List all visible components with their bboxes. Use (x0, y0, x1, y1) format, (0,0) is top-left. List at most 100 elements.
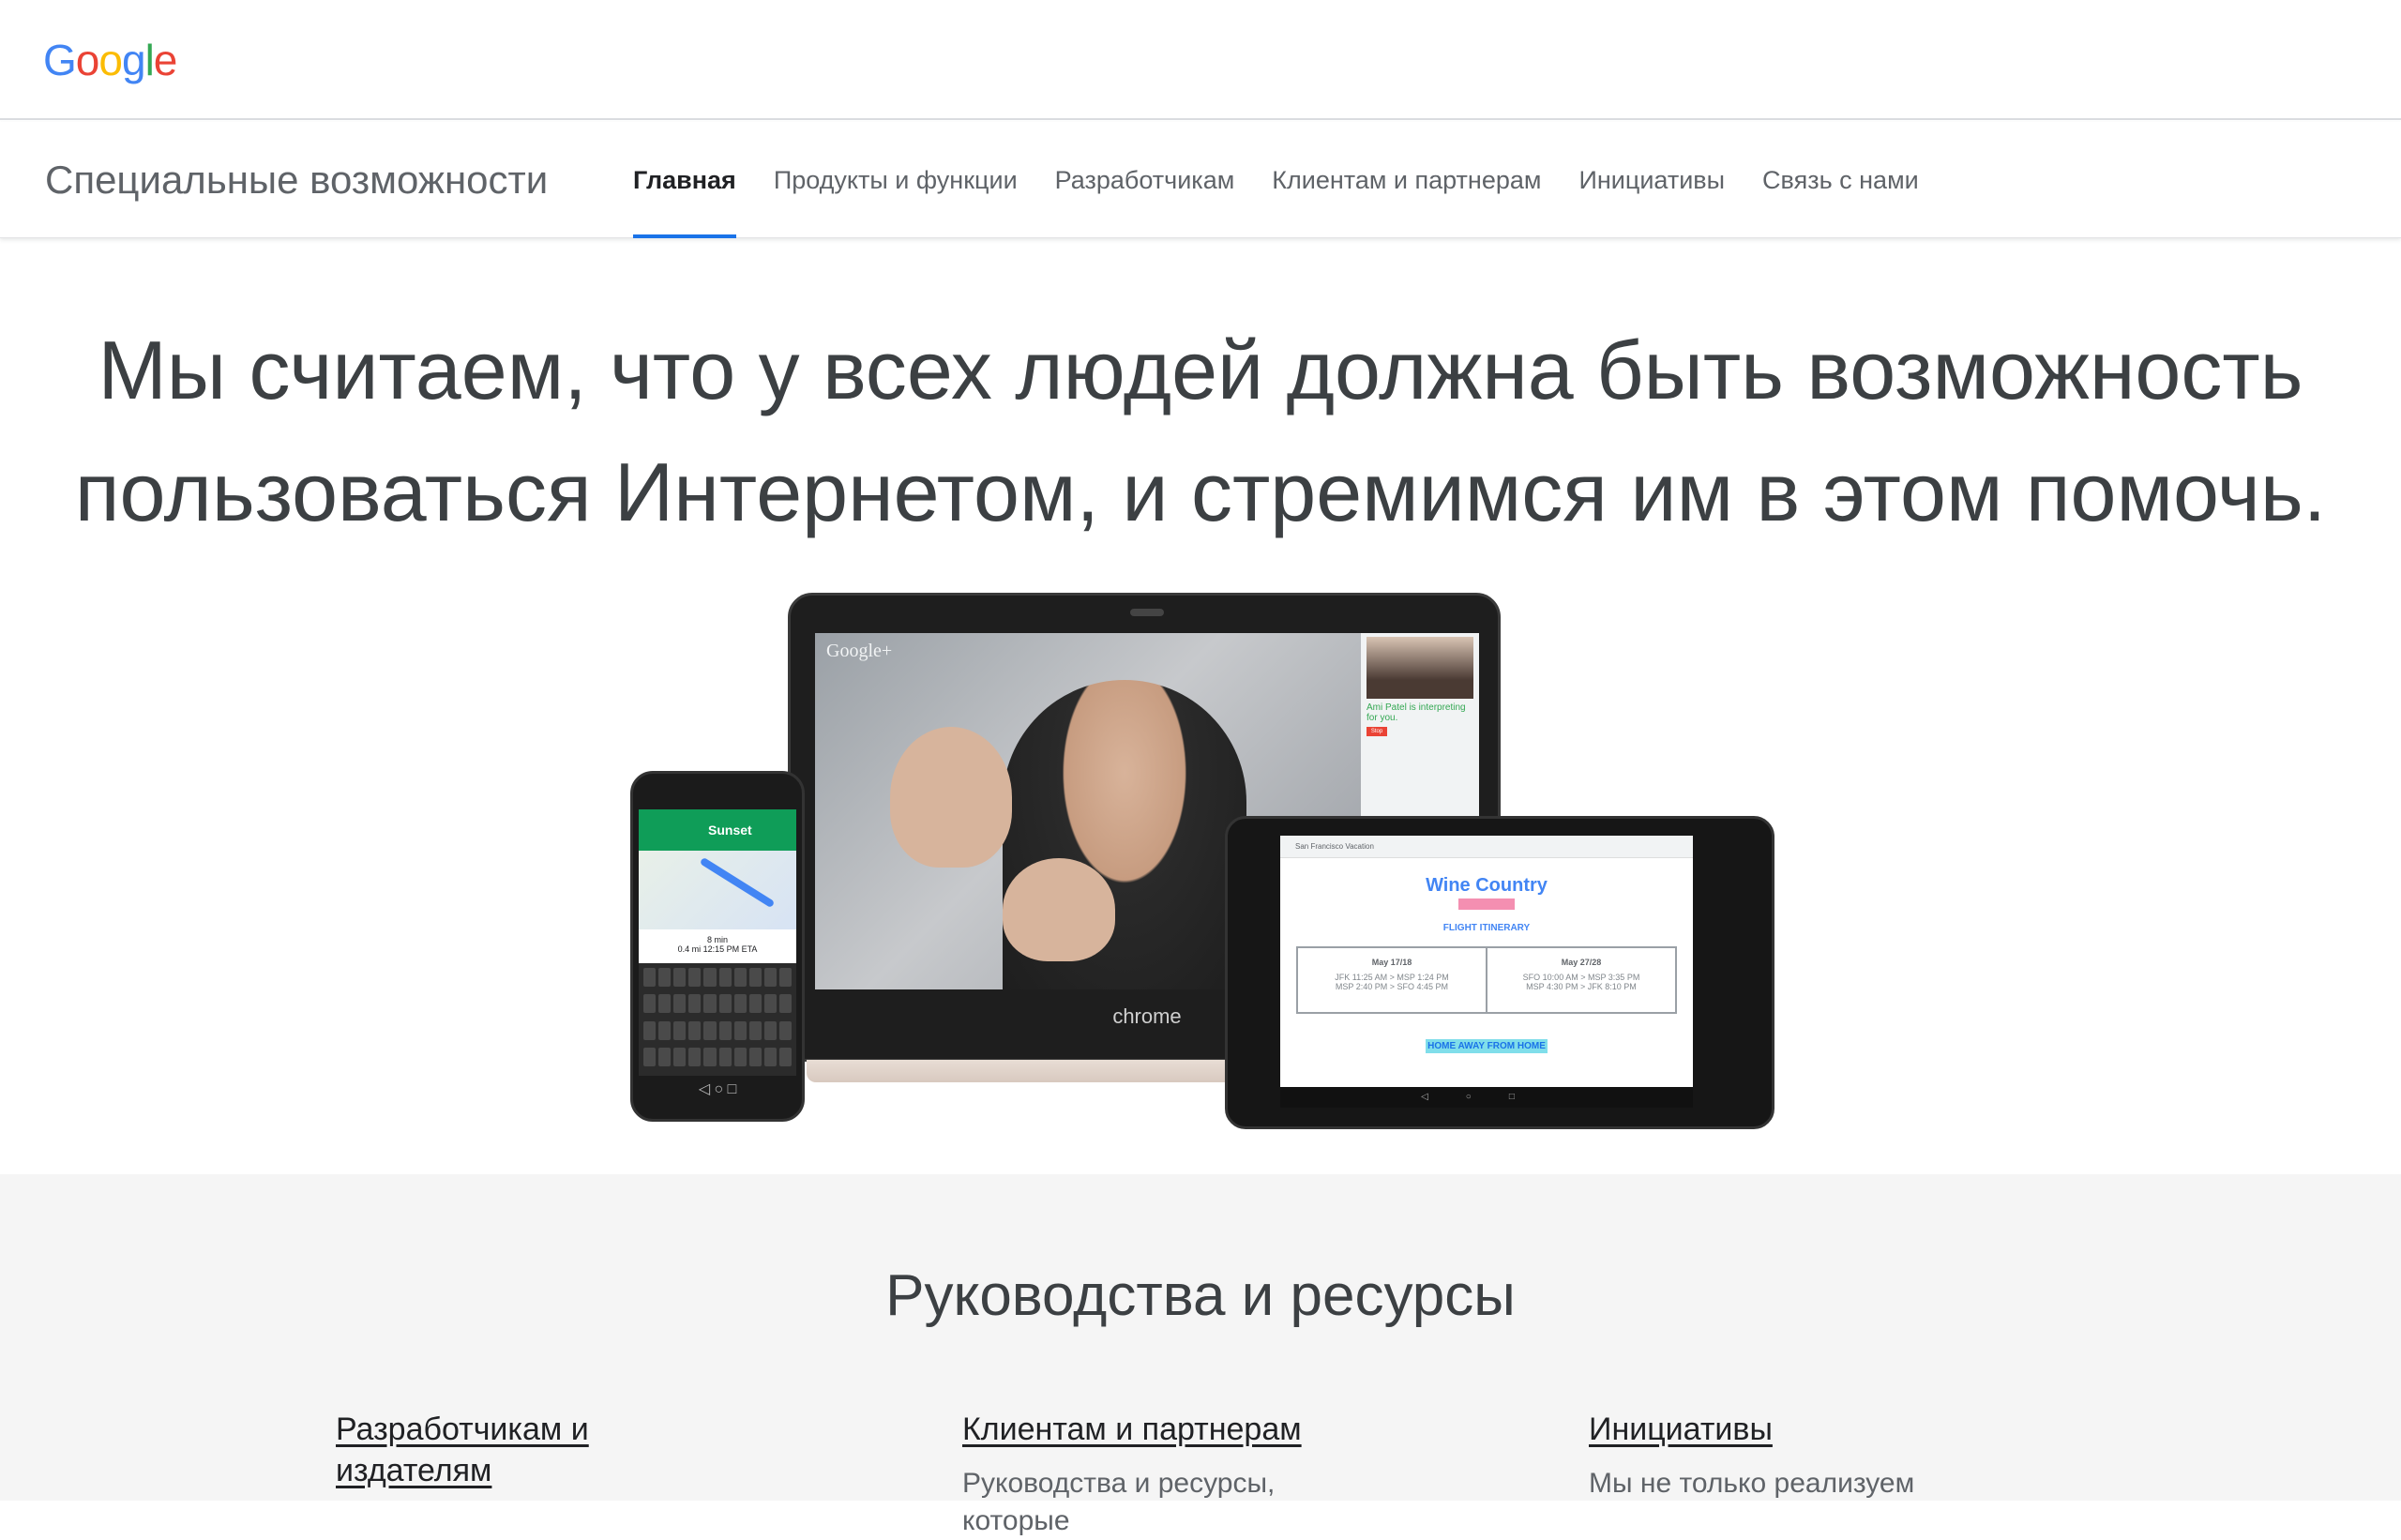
google-plus-label: Google+ (826, 641, 893, 661)
itinerary-flight: JFK 11:25 AM > MSP 1:24 PM (1335, 973, 1449, 982)
tab-partners[interactable]: Клиентам и партнерам (1253, 122, 1560, 238)
key (733, 1020, 747, 1040)
key (673, 968, 687, 987)
key (688, 968, 702, 987)
key (688, 1047, 702, 1066)
key (763, 1047, 777, 1066)
key (778, 1047, 792, 1066)
hero-devices-image: Google+ Ami Patel is interpreting for yo… (619, 581, 1782, 1135)
interpreter-text: Ami Patel is interpreting for you. (1367, 702, 1466, 723)
itinerary-flight: MSP 4:30 PM > JFK 8:10 PM (1526, 982, 1637, 991)
key (658, 994, 672, 1014)
itinerary-date: May 17/18 (1371, 958, 1412, 967)
tablet-doc-title: Wine Country (1426, 875, 1548, 896)
guide-column-developers: Разработчикам и издателям (336, 1409, 748, 1506)
logo-letter: l (144, 36, 155, 84)
tablet-home-link-text: HOME AWAY FROM HOME (1426, 1039, 1548, 1053)
key (643, 1020, 657, 1040)
key (718, 968, 732, 987)
phone-eta-detail: 0.4 mi 12:15 PM ETA (677, 944, 758, 954)
interpreter-stop-button: Stop (1367, 727, 1387, 736)
key (748, 1020, 762, 1040)
tablet-nav-buttons: ◁○□ (1280, 1087, 1693, 1108)
phone-screen: Sunset 8 min 0.4 mi 12:15 PM ETA (639, 809, 796, 1076)
key (718, 994, 732, 1014)
key (673, 1047, 687, 1066)
key (718, 1047, 732, 1066)
tab-home[interactable]: Главная (633, 122, 755, 238)
key (643, 994, 657, 1014)
guide-description: Мы не только реализуем (1589, 1468, 1915, 1499)
phone-map (639, 851, 796, 929)
tab-developers[interactable]: Разработчикам (1036, 122, 1254, 238)
tab-initiatives[interactable]: Инициативы (1560, 122, 1744, 238)
tablet-toolbar: San Francisco Vacation (1280, 836, 1693, 858)
phone-illustration: Sunset 8 min 0.4 mi 12:15 PM ETA ◁ ○ □ (630, 771, 805, 1122)
key (763, 1020, 777, 1040)
laptop-camera (1130, 609, 1164, 616)
key (778, 1020, 792, 1040)
key (763, 968, 777, 987)
guides-section: Руководства и ресурсы Разработчикам и из… (0, 1174, 2401, 1536)
key (748, 1047, 762, 1066)
phone-nav-header: Sunset (639, 809, 796, 851)
tablet-screen: San Francisco Vacation Wine Country FLIG… (1280, 836, 1693, 1108)
logo-letter: e (153, 36, 178, 84)
logo-letter: g (121, 36, 146, 84)
guide-link-partners[interactable]: Клиентам и партнерам (962, 1409, 1375, 1450)
key (673, 994, 687, 1014)
map-route (699, 856, 776, 909)
key (703, 968, 717, 987)
guide-column-partners: Клиентам и партнерам Руководства и ресур… (962, 1409, 1375, 1540)
key (733, 994, 747, 1014)
key (643, 1047, 657, 1066)
key (718, 1020, 732, 1040)
key (763, 994, 777, 1014)
itinerary-date: May 27/28 (1561, 958, 1602, 967)
key (673, 1020, 687, 1040)
key (733, 1047, 747, 1066)
signing-hand (1003, 858, 1115, 961)
key (733, 968, 747, 987)
key (748, 994, 762, 1014)
key (703, 1020, 717, 1040)
guides-title: Руководства и ресурсы (885, 1263, 1516, 1328)
tablet-home-link: HOME AWAY FROM HOME (1280, 1036, 1693, 1053)
itinerary-flight: MSP 2:40 PM > SFO 4:45 PM (1335, 982, 1449, 991)
site-title[interactable]: Специальные возможности (45, 156, 548, 204)
guide-description: Руководства и ресурсы, которые (962, 1468, 1276, 1536)
key (778, 994, 792, 1014)
key (688, 994, 702, 1014)
itinerary-flight: SFO 10:00 AM > MSP 3:35 PM (1522, 973, 1640, 982)
key (658, 968, 672, 987)
interpreter-photo (1367, 637, 1473, 699)
itinerary-column: May 17/18 JFK 11:25 AM > MSP 1:24 PM MSP… (1298, 948, 1486, 1012)
tab-contact[interactable]: Связь с нами (1744, 122, 1938, 238)
top-bar: Google (0, 0, 2401, 120)
guide-link-initiatives[interactable]: Инициативы (1589, 1409, 2001, 1450)
key (778, 968, 792, 987)
key (658, 1047, 672, 1066)
guide-link-developers[interactable]: Разработчикам и издателям (336, 1409, 748, 1491)
logo-letter: o (98, 36, 123, 84)
phone-eta: 8 min 0.4 mi 12:15 PM ETA (639, 929, 796, 963)
phone-eta-time: 8 min (706, 935, 728, 944)
nav-tabs: Главная Продукты и функции Разработчикам… (633, 122, 1938, 238)
phone-keyboard (639, 963, 796, 1076)
key (748, 968, 762, 987)
logo-letter: o (75, 36, 100, 84)
logo-letter: G (43, 36, 77, 84)
google-logo[interactable]: Google (43, 34, 178, 86)
key (643, 968, 657, 987)
tablet-illustration: San Francisco Vacation Wine Country FLIG… (1225, 816, 1774, 1129)
tablet-highlighted-date (1458, 898, 1515, 910)
section-nav-bar: Специальные возможности Главная Продукты… (0, 122, 2401, 238)
tablet-doc-subtitle: FLIGHT ITINERARY (1442, 923, 1531, 933)
hero-heading: Мы считаем, что у всех людей должна быть… (0, 310, 2401, 553)
guide-column-initiatives: Инициативы Мы не только реализуем (1589, 1409, 2001, 1502)
key (703, 1047, 717, 1066)
tab-products[interactable]: Продукты и функции (755, 122, 1036, 238)
hero-heading-line1: Мы считаем, что у всех людей должна быть… (98, 324, 2303, 416)
key (688, 1020, 702, 1040)
tablet-itinerary-table: May 17/18 JFK 11:25 AM > MSP 1:24 PM MSP… (1296, 946, 1677, 1014)
